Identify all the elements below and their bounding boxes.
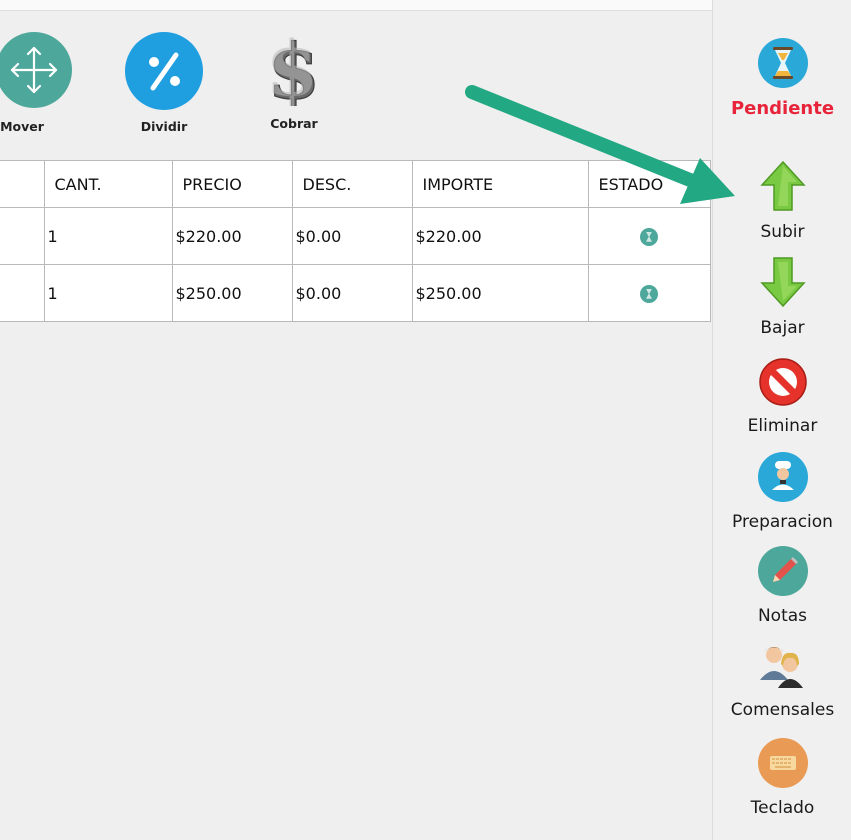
- cell-desc[interactable]: $0.00: [291, 207, 413, 265]
- notas-label: Notas: [757, 606, 808, 626]
- cobrar-button[interactable]: $ $ Cobrar: [254, 24, 334, 131]
- cell-desc[interactable]: $0.00: [291, 264, 413, 322]
- arrow-up-icon: [759, 160, 806, 216]
- cell-estado[interactable]: [587, 207, 711, 265]
- people-icon: [756, 640, 810, 694]
- pencil-icon: [757, 546, 808, 600]
- arrow-down-icon: [759, 256, 806, 312]
- column-header-precio[interactable]: PRECIO: [171, 160, 293, 208]
- notas-button[interactable]: Notas: [713, 546, 851, 626]
- forbidden-icon: [758, 358, 807, 410]
- bajar-button[interactable]: Bajar: [713, 256, 851, 338]
- dollar-sign-icon: $ $: [259, 24, 329, 117]
- cell-cant[interactable]: 1: [43, 264, 173, 322]
- cell-cant[interactable]: 1: [43, 207, 173, 265]
- mover-button[interactable]: Mover: [0, 32, 80, 134]
- pendiente-status[interactable]: Pendiente: [713, 38, 851, 119]
- preparacion-button[interactable]: Preparacion: [713, 452, 851, 532]
- mover-label: Mover: [0, 119, 44, 134]
- eliminar-label: Eliminar: [747, 416, 818, 436]
- eliminar-button[interactable]: Eliminar: [713, 358, 851, 436]
- subir-button[interactable]: Subir: [713, 160, 851, 242]
- svg-text:$: $: [266, 34, 319, 106]
- column-header-estado[interactable]: ESTADO: [587, 160, 711, 208]
- row-cell-blank[interactable]: [0, 264, 45, 322]
- comensales-button[interactable]: Comensales: [713, 640, 851, 720]
- dividir-button[interactable]: Dividir: [124, 32, 204, 134]
- dividir-label: Dividir: [140, 119, 188, 134]
- bajar-label: Bajar: [760, 318, 805, 338]
- order-items-table: CANT. PRECIO DESC. IMPORTE ESTADO 1 $220…: [0, 160, 711, 322]
- window-top-strip: [0, 0, 712, 11]
- table-row[interactable]: 1 $220.00 $0.00 $220.00: [0, 207, 711, 265]
- column-header[interactable]: [0, 160, 45, 208]
- column-header-importe[interactable]: IMPORTE: [411, 160, 589, 208]
- table-row[interactable]: 1 $250.00 $0.00 $250.00: [0, 264, 711, 322]
- cell-precio[interactable]: $250.00: [171, 264, 293, 322]
- subir-label: Subir: [760, 222, 805, 242]
- hourglass-icon: [640, 227, 658, 246]
- cell-estado[interactable]: [587, 264, 711, 322]
- percent-icon: [125, 32, 203, 114]
- pendiente-label: Pendiente: [730, 98, 835, 119]
- teclado-button[interactable]: Teclado: [713, 738, 851, 818]
- teclado-label: Teclado: [750, 798, 815, 818]
- right-sidebar: Pendiente Subir Bajar Eliminar Preparaci…: [712, 0, 851, 840]
- cell-importe[interactable]: $250.00: [411, 264, 589, 322]
- column-header-cant[interactable]: CANT.: [43, 160, 173, 208]
- cobrar-label: Cobrar: [270, 116, 318, 131]
- chef-icon: [757, 452, 808, 506]
- table-header-row: CANT. PRECIO DESC. IMPORTE ESTADO: [0, 160, 711, 208]
- cell-precio[interactable]: $220.00: [171, 207, 293, 265]
- keyboard-icon: [757, 738, 808, 792]
- hourglass-icon: [640, 284, 658, 303]
- preparacion-label: Preparacion: [732, 512, 833, 532]
- move-arrows-icon: [0, 32, 72, 112]
- row-cell-blank[interactable]: [0, 207, 45, 265]
- column-header-desc[interactable]: DESC.: [291, 160, 413, 208]
- cell-importe[interactable]: $220.00: [411, 207, 589, 265]
- comensales-label: Comensales: [730, 700, 835, 720]
- hourglass-icon: [757, 38, 808, 92]
